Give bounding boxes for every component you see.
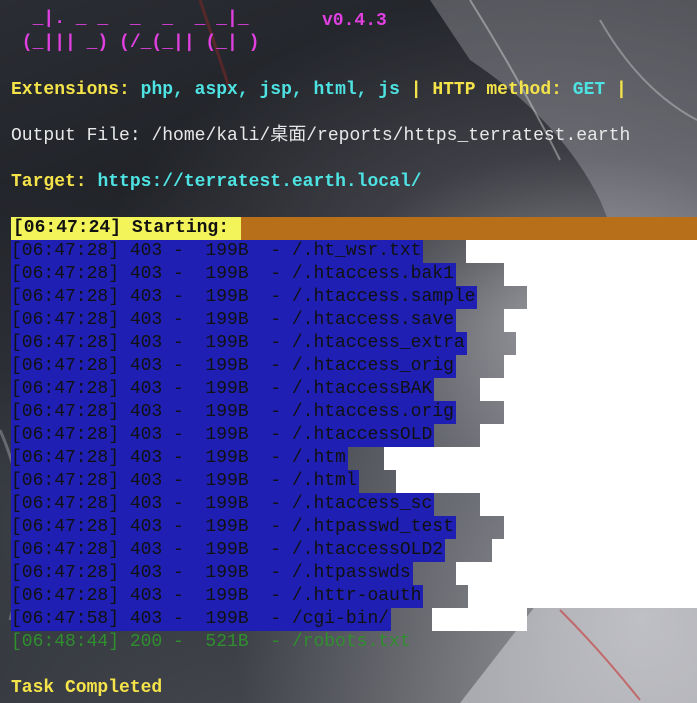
ascii-logo-line-2: (_||| _) (/_(_|| (_| )	[11, 33, 282, 53]
result-row[interactable]: [06:47:28] 403 - 199B - /.htaccess.sampl…	[11, 286, 478, 309]
result-row[interactable]: [06:47:28] 403 - 199B - /.htaccess.save	[11, 309, 456, 332]
http-method-value: GET	[572, 80, 606, 100]
separator: |	[410, 80, 422, 100]
selection-gap	[480, 493, 697, 516]
selection-gap	[480, 378, 697, 401]
selection-gap	[504, 401, 697, 424]
result-row[interactable]: [06:47:28] 403 - 199B - /.htm	[11, 447, 348, 470]
selection-gap	[396, 470, 697, 493]
task-status: Task Completed	[11, 678, 163, 698]
result-row[interactable]: [06:47:28] 403 - 199B - /.ht_wsr.txt	[11, 240, 424, 263]
result-row[interactable]: [06:47:28] 403 - 199B - /.httr-oauth	[11, 585, 424, 608]
selection-gap	[468, 585, 697, 608]
result-row[interactable]: [06:47:28] 403 - 199B - /.htaccess_extra	[11, 332, 467, 355]
output-file-line: Output File: /home/kali/桌面/reports/https…	[11, 125, 630, 148]
starting-label: [06:47:24] Starting:	[11, 217, 242, 240]
result-row[interactable]: [06:47:28] 403 - 199B - /.htaccessOLD	[11, 424, 435, 447]
result-row[interactable]: [06:47:28] 403 - 199B - /.htaccess_sc	[11, 493, 435, 516]
ascii-logo-line-1: _|. _ _ _ _ _ _|_	[11, 9, 282, 29]
selection-gap	[527, 286, 697, 309]
selection-gap	[466, 240, 697, 263]
extensions-label: Extensions:	[11, 80, 130, 100]
result-row[interactable]: [06:47:28] 403 - 199B - /.htaccess.orig	[11, 401, 456, 424]
selection-gap	[384, 447, 697, 470]
selection-gap	[456, 562, 697, 585]
selection-gap	[504, 309, 697, 332]
target-label: Target:	[11, 172, 87, 192]
config-line: Extensions: php, aspx, jsp, html, js | H…	[11, 79, 627, 102]
terminal-window[interactable]: _|. _ _ _ _ _ _|_ (_||| _) (/_(_|| (_| )…	[0, 0, 697, 703]
selection-gap	[504, 355, 697, 378]
result-row[interactable]: [06:47:28] 403 - 199B - /.html	[11, 470, 359, 493]
result-row[interactable]: [06:47:58] 403 - 199B - /cgi-bin/	[11, 608, 392, 631]
output-file-path: /home/kali/桌面/reports/https_terratest.ea…	[151, 126, 631, 146]
selection-gap	[432, 608, 527, 631]
selection-gap	[480, 424, 697, 447]
version-label: v0.4.3	[322, 11, 387, 31]
result-row[interactable]: [06:47:28] 403 - 199B - /.htaccessOLD2	[11, 539, 446, 562]
extensions-value: php, aspx, jsp, html, js	[140, 80, 400, 100]
result-row[interactable]: [06:47:28] 403 - 199B - /.htpasswds	[11, 562, 413, 585]
selection-gap	[516, 332, 697, 355]
result-row[interactable]: [06:47:28] 403 - 199B - /.htaccess_orig	[11, 355, 456, 378]
result-row[interactable]: [06:47:28] 403 - 199B - /.htpasswd_test	[11, 516, 456, 539]
target-line: Target: https://terratest.earth.local/	[11, 171, 422, 194]
target-url: https://terratest.earth.local/	[97, 172, 422, 192]
http-method-label: HTTP method:	[432, 80, 562, 100]
separator-2: |	[615, 80, 627, 100]
selection-gap	[504, 263, 697, 286]
output-file-label: Output File:	[11, 126, 141, 146]
selection-gap	[504, 516, 697, 539]
result-row[interactable]: [06:47:28] 403 - 199B - /.htaccess.bak1	[11, 263, 456, 286]
result-row[interactable]: [06:47:28] 403 - 199B - /.htaccessBAK	[11, 378, 435, 401]
found-result-row[interactable]: [06:48:44] 200 - 521B - /robots.txt	[11, 631, 411, 654]
selection-gap	[492, 539, 697, 562]
